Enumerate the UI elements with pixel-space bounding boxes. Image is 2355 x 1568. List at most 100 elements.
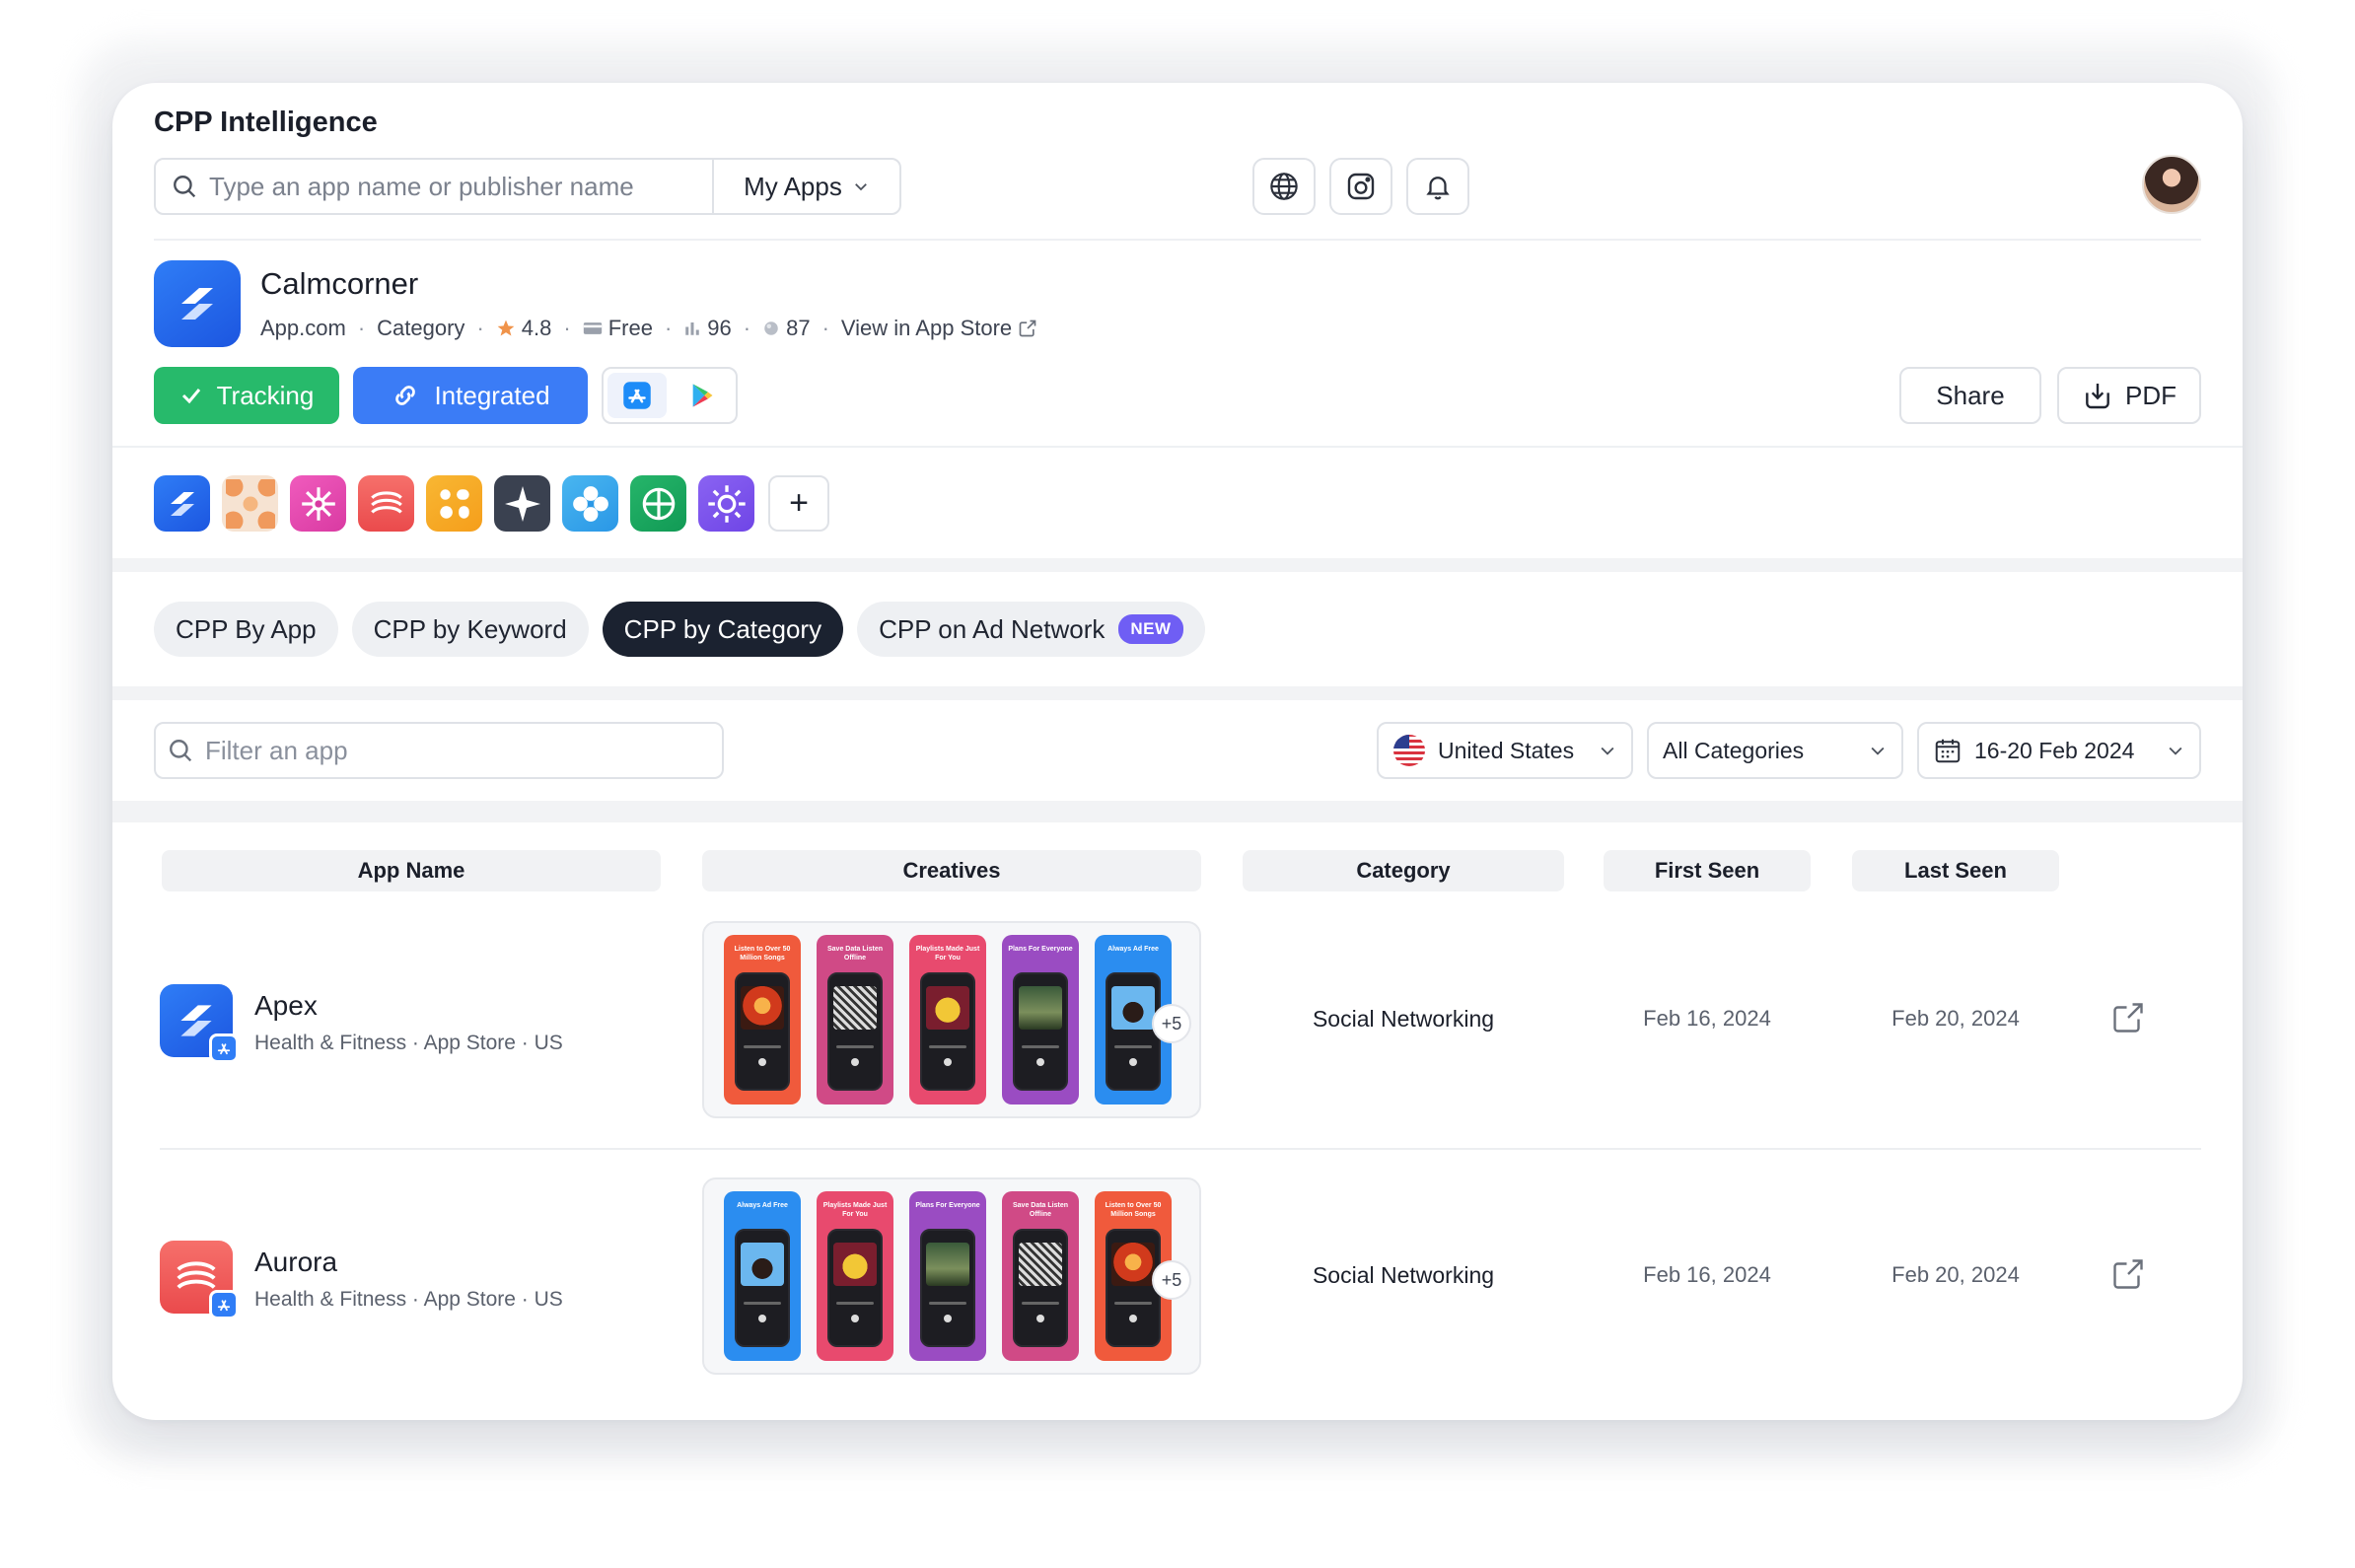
- row-divider: [160, 1148, 2201, 1150]
- creative-screenshot[interactable]: Playlists Made Just For You: [909, 935, 986, 1105]
- app-store-tab[interactable]: [607, 373, 667, 418]
- star-icon[interactable]: [494, 475, 550, 532]
- pink-flower-icon[interactable]: [290, 475, 346, 532]
- phone-mockup: [827, 1229, 883, 1347]
- tracking-button[interactable]: Tracking: [154, 367, 339, 424]
- download-icon: [2086, 384, 2109, 409]
- instagram-button[interactable]: [1329, 158, 1392, 215]
- avatar[interactable]: [2142, 155, 2201, 214]
- tab-cpp-by-keyword[interactable]: CPP by Keyword: [351, 602, 589, 657]
- yellow-pattern-icon[interactable]: [426, 475, 482, 532]
- creatives-strip[interactable]: Listen to Over 50 Million Songs Save Dat…: [702, 921, 1201, 1118]
- tab-label: CPP on Ad Network: [879, 613, 1106, 644]
- rank-value: 96: [707, 316, 732, 340]
- blue-petals-icon[interactable]: [562, 475, 618, 532]
- view-in-store-link[interactable]: View in App Store: [841, 316, 1037, 341]
- tab-cpp-on-ad-network[interactable]: CPP on Ad Network NEW: [857, 602, 1205, 657]
- table-row[interactable]: Aurora Health & Fitness · App Store · US…: [112, 1158, 2243, 1394]
- app-search-group: My Apps: [154, 158, 901, 215]
- section-gap: [112, 686, 2243, 700]
- table-row[interactable]: Apex Health & Fitness · App Store · US L…: [112, 901, 2243, 1138]
- column-header-creatives[interactable]: Creatives: [702, 850, 1201, 891]
- phone-mockup: [920, 972, 975, 1091]
- pdf-button[interactable]: PDF: [2057, 367, 2201, 424]
- more-creatives-badge[interactable]: +5: [1152, 1260, 1191, 1300]
- creative-caption: Always Ad Free: [1107, 946, 1159, 953]
- creative-caption: Playlists Made Just For You: [915, 946, 980, 962]
- separator: ·: [664, 316, 673, 340]
- creative-screenshot[interactable]: Always Ad Free: [724, 1191, 801, 1361]
- separator: ·: [563, 316, 571, 340]
- external-link-icon: [1019, 320, 1036, 337]
- creatives-strip[interactable]: Always Ad Free Playlists Made Just For Y…: [702, 1177, 1201, 1375]
- app-store-badge-icon: [209, 1290, 239, 1319]
- creative-screenshot[interactable]: Playlists Made Just For You: [817, 1191, 893, 1361]
- orange-pattern-icon[interactable]: [222, 475, 278, 532]
- price: Free: [583, 316, 653, 341]
- phone-mockup: [735, 972, 790, 1091]
- notifications-button[interactable]: [1406, 158, 1469, 215]
- open-external-button[interactable]: [2108, 1254, 2148, 1294]
- score: 87: [762, 316, 811, 341]
- pdf-label: PDF: [2125, 380, 2177, 410]
- phone-mockup: [735, 1229, 790, 1347]
- purple-sun-icon[interactable]: [698, 475, 754, 532]
- rating-value: 4.8: [521, 316, 552, 340]
- last-seen-cell: Feb 20, 2024: [1891, 1262, 2020, 1287]
- creative-caption: Save Data Listen Offline: [826, 946, 884, 962]
- search-input[interactable]: [209, 171, 682, 202]
- red-waves-icon[interactable]: [358, 475, 414, 532]
- share-button[interactable]: Share: [1899, 367, 2041, 424]
- new-badge: NEW: [1118, 614, 1183, 644]
- divider: [112, 446, 2243, 448]
- app-name[interactable]: Apex: [254, 990, 318, 1022]
- search-field[interactable]: [156, 160, 714, 213]
- creative-screenshot[interactable]: Save Data Listen Offline: [817, 935, 893, 1105]
- calmcorner-icon[interactable]: [154, 475, 210, 532]
- my-apps-dropdown[interactable]: My Apps: [714, 160, 899, 213]
- separator: ·: [357, 316, 366, 340]
- filter-input[interactable]: [205, 735, 698, 766]
- column-header-app-name[interactable]: App Name: [162, 850, 661, 891]
- tab-label: CPP By App: [176, 613, 317, 644]
- tab-cpp-by-app[interactable]: CPP By App: [154, 602, 338, 657]
- app-meta: Health & Fitness · App Store · US: [254, 1032, 563, 1054]
- app-store-badge-icon: [209, 1033, 239, 1063]
- date-range-select[interactable]: 16-20 Feb 2024: [1917, 722, 2201, 779]
- category-label: All Categories: [1663, 737, 1805, 763]
- tab-cpp-by-category[interactable]: CPP by Category: [602, 602, 844, 657]
- column-header-category[interactable]: Category: [1243, 850, 1564, 891]
- phone-mockup: [827, 972, 883, 1091]
- external-link-icon: [2113, 1259, 2143, 1289]
- add-app-button[interactable]: +: [768, 475, 829, 532]
- column-header-last-seen[interactable]: Last Seen: [1852, 850, 2059, 891]
- column-header-first-seen[interactable]: First Seen: [1604, 850, 1811, 891]
- creative-screenshot[interactable]: Plans For Everyone: [909, 1191, 986, 1361]
- rank: 96: [683, 316, 732, 341]
- filter-field[interactable]: [154, 722, 724, 779]
- separator: ·: [821, 316, 829, 340]
- country-select[interactable]: United States: [1377, 722, 1633, 779]
- creative-screenshot[interactable]: Plans For Everyone: [1002, 935, 1079, 1105]
- page-title: CPP Intelligence: [154, 107, 378, 138]
- creative-screenshot[interactable]: Listen to Over 50 Million Songs: [724, 935, 801, 1105]
- integrated-button[interactable]: Integrated: [353, 367, 588, 424]
- creative-caption: Playlists Made Just For You: [822, 1202, 888, 1218]
- divider: [154, 239, 2201, 241]
- category-link[interactable]: Category: [377, 316, 464, 341]
- tab-bar: CPP By App CPP by Keyword CPP by Categor…: [154, 602, 1205, 657]
- date-range-label: 16-20 Feb 2024: [1974, 737, 2135, 763]
- app-store-icon: [623, 382, 651, 409]
- publisher-link[interactable]: App.com: [260, 316, 346, 341]
- creative-screenshot[interactable]: Save Data Listen Offline: [1002, 1191, 1079, 1361]
- app-name[interactable]: Aurora: [254, 1247, 337, 1278]
- category-cell: Social Networking: [1312, 1262, 1495, 1288]
- globe-button[interactable]: [1252, 158, 1316, 215]
- open-external-button[interactable]: [2108, 998, 2148, 1037]
- google-play-tab[interactable]: [673, 373, 732, 418]
- tab-label: CPP by Keyword: [373, 613, 567, 644]
- more-creatives-badge[interactable]: +5: [1152, 1004, 1191, 1043]
- creative-caption: Listen to Over 50 Million Songs: [734, 946, 791, 962]
- category-select[interactable]: All Categories: [1647, 722, 1903, 779]
- green-leaf-icon[interactable]: [630, 475, 686, 532]
